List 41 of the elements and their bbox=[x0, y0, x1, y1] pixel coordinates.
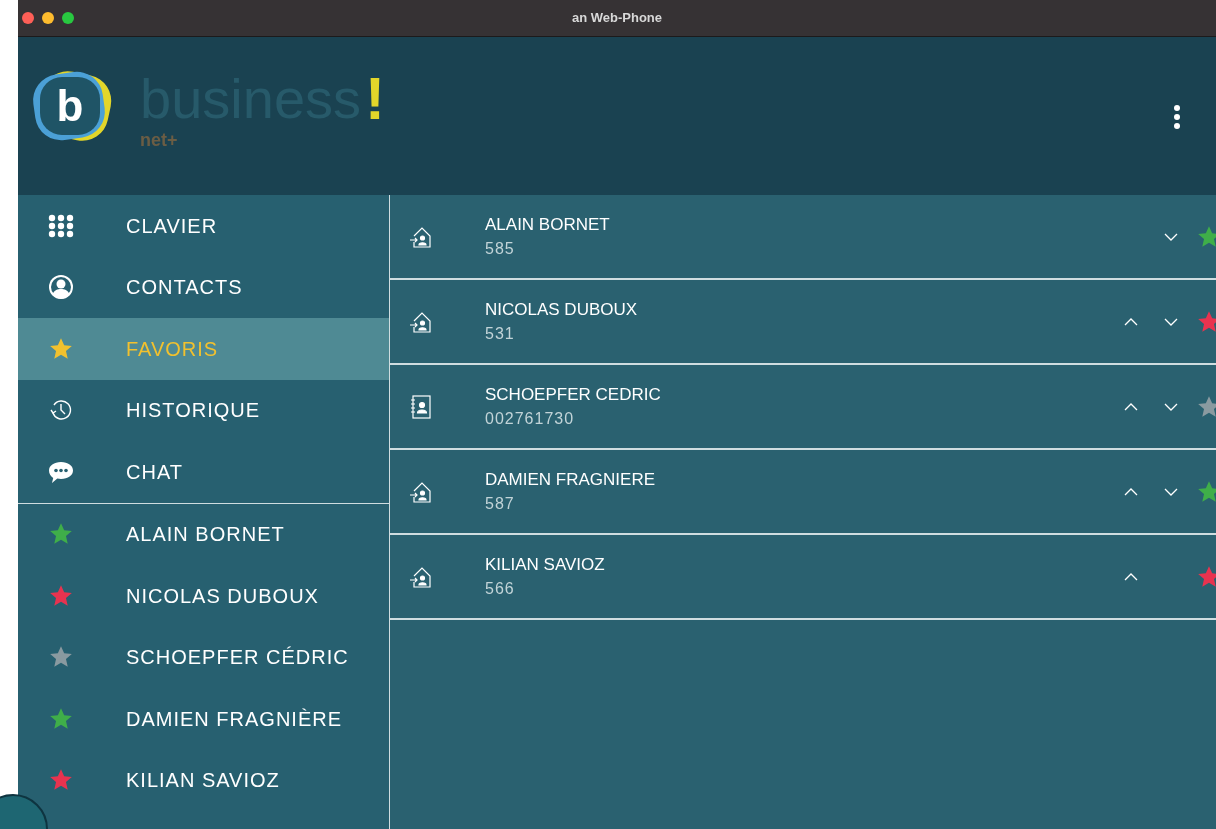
chevron-up-icon[interactable] bbox=[1123, 401, 1139, 412]
contact-name: SCHOEPFER CEDRIC bbox=[485, 383, 662, 406]
contact-number: 585 bbox=[485, 239, 516, 260]
contact-name: KILIAN SAVIOZ bbox=[485, 553, 606, 576]
user-icon bbox=[48, 274, 74, 301]
contact-number: 566 bbox=[485, 579, 516, 600]
contact-row[interactable]: ALAIN BORNET 585 bbox=[390, 195, 1216, 280]
contact-row[interactable]: SCHOEPFER CEDRIC 002761730 bbox=[390, 365, 1216, 450]
nav-item[interactable]: CONTACTS bbox=[18, 256, 389, 318]
contact-number: 587 bbox=[485, 494, 516, 515]
favorite-item[interactable]: KILIAN SAVIOZ bbox=[18, 749, 389, 811]
chevron-up-icon[interactable] bbox=[1123, 486, 1139, 497]
minimize-window-button[interactable] bbox=[42, 12, 54, 24]
window-title: an Web-Phone bbox=[572, 9, 662, 28]
chevron-down-icon[interactable] bbox=[1163, 231, 1179, 242]
brand-subtitle: net+ bbox=[140, 129, 179, 152]
nav-item[interactable]: CLAVIER bbox=[18, 195, 389, 257]
favorite-item[interactable]: ALAIN BORNET bbox=[18, 503, 389, 565]
chevron-up-icon[interactable] bbox=[1123, 316, 1139, 327]
nav-item[interactable]: HISTORIQUE bbox=[18, 379, 389, 441]
chevron-up-icon[interactable] bbox=[1123, 571, 1139, 582]
favorite-item[interactable]: SCHOEPFER CÉDRIC bbox=[18, 626, 389, 688]
contact-row[interactable]: NICOLAS DUBOUX 531 bbox=[390, 280, 1216, 365]
zoom-window-button[interactable] bbox=[62, 12, 74, 24]
contact-name: DAMIEN FRAGNIERE bbox=[485, 468, 657, 491]
keypad-icon bbox=[48, 213, 74, 238]
favorite-item[interactable]: NICOLAS DUBOUX bbox=[18, 565, 389, 627]
close-window-button[interactable] bbox=[22, 12, 34, 24]
chevron-down-icon[interactable] bbox=[1163, 401, 1179, 412]
nav-item[interactable]: CHAT bbox=[18, 441, 389, 503]
contact-row[interactable]: DAMIEN FRAGNIERE 587 bbox=[390, 450, 1216, 535]
contact-name: NICOLAS DUBOUX bbox=[485, 298, 639, 321]
chevron-down-icon[interactable] bbox=[1163, 316, 1179, 327]
contact-number: 531 bbox=[485, 324, 516, 345]
address-book-icon bbox=[409, 393, 433, 420]
contact-name: ALAIN BORNET bbox=[485, 213, 611, 236]
contact-row[interactable]: KILIAN SAVIOZ 566 bbox=[390, 535, 1216, 620]
brand-exclamation: ! bbox=[365, 67, 385, 131]
chevron-down-icon[interactable] bbox=[1163, 486, 1179, 497]
contact-number: 002761730 bbox=[485, 409, 576, 430]
favorite-item[interactable]: DAMIEN FRAGNIÈRE bbox=[18, 688, 389, 750]
